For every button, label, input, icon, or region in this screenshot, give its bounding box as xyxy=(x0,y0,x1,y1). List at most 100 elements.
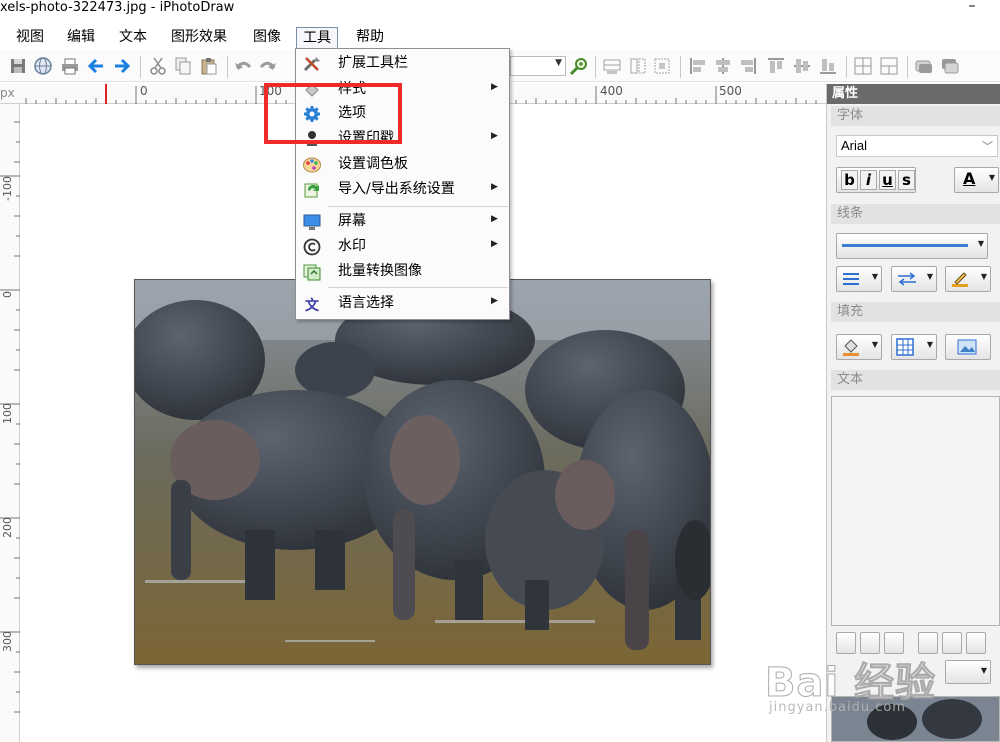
image-thumbnail[interactable] xyxy=(831,696,1000,742)
line-color-button[interactable]: ▼ xyxy=(945,266,991,292)
arrow-icon xyxy=(898,272,916,286)
underline-button[interactable]: u xyxy=(879,170,896,190)
text-align-right-button[interactable] xyxy=(884,632,904,654)
tools-icon xyxy=(303,57,320,72)
menu-item-extended-toolbar[interactable]: 扩展工具栏 xyxy=(297,51,509,77)
fill-image-button[interactable] xyxy=(945,334,991,360)
cut-icon[interactable] xyxy=(148,56,168,76)
ruler-label: 0 xyxy=(1,291,14,298)
menu-text[interactable]: 文本 xyxy=(113,27,153,49)
ruler-unit: px xyxy=(0,86,15,100)
monitor-icon xyxy=(303,214,321,230)
list-style-button[interactable]: ▼ xyxy=(945,660,991,684)
elephant-photo[interactable] xyxy=(134,279,711,665)
bring-front-icon[interactable] xyxy=(914,56,934,76)
copy-icon[interactable] xyxy=(173,56,193,76)
font-color-button[interactable]: A ▼ xyxy=(954,167,999,193)
line-width-button[interactable]: ▼ xyxy=(836,266,882,292)
align-center-icon[interactable] xyxy=(713,56,733,76)
menu-image[interactable]: 图像 xyxy=(247,27,287,49)
snap-icon[interactable] xyxy=(628,56,648,76)
ruler-label: -100 xyxy=(1,176,14,201)
back-arrow-icon[interactable] xyxy=(86,56,106,76)
menu-item-set-palette[interactable]: 设置调色板 xyxy=(297,152,509,178)
italic-button[interactable]: i xyxy=(860,170,877,190)
redo-icon[interactable] xyxy=(258,56,278,76)
chevron-down-icon: ▼ xyxy=(926,272,933,281)
toolbar-separator xyxy=(846,56,847,78)
menu-help[interactable]: 帮助 xyxy=(350,27,390,49)
toolbar-separator xyxy=(907,56,908,78)
ruler-label: 300 xyxy=(1,631,14,652)
zoom-dropdown[interactable]: ▼ xyxy=(510,56,566,76)
font-family-select[interactable]: Arial ﹀ xyxy=(836,135,998,157)
group-icon[interactable] xyxy=(853,56,873,76)
paint-bucket-icon xyxy=(843,339,859,356)
menu-item-label: 屏幕 xyxy=(338,213,366,229)
chevron-down-icon: ▼ xyxy=(977,239,984,248)
menu-item-watermark[interactable]: 水印 ▶ xyxy=(297,234,509,260)
properties-panel: 属性 字体 Arial ﹀ b i u s A ▼ 线条 ▼ ▼ ▼ ▼ 填充 … xyxy=(826,84,1000,742)
language-icon: 文 xyxy=(305,297,320,313)
window-title: xels-photo-322473.jpg - iPhotoDraw xyxy=(0,0,235,15)
chevron-down-icon: ▼ xyxy=(988,173,995,182)
menu-bar: 视图 编辑 文本 图形效果 图像 工具 帮助 xyxy=(0,25,1000,49)
vertical-ruler: -100 0 100 200 300 xyxy=(0,104,20,742)
ruler-label: 100 xyxy=(1,403,14,424)
menu-item-batch-convert[interactable]: 批量转换图像 xyxy=(297,259,509,285)
menu-item-language[interactable]: 文 语言选择 ▶ xyxy=(297,291,509,317)
submenu-arrow-icon: ▶ xyxy=(491,182,498,192)
align-middle-icon[interactable] xyxy=(792,56,812,76)
text-align-center-button[interactable] xyxy=(860,632,880,654)
menu-view[interactable]: 视图 xyxy=(10,27,50,49)
menu-item-import-export[interactable]: 导入/导出系统设置 ▶ xyxy=(297,177,509,203)
line-preview xyxy=(842,244,968,247)
font-color-icon: A xyxy=(963,169,976,188)
text-input-area[interactable] xyxy=(831,396,1000,626)
line-style-dropdown[interactable]: ▼ xyxy=(836,233,988,259)
menu-graphic-effects[interactable]: 图形效果 xyxy=(165,27,233,49)
align-bottom-icon[interactable] xyxy=(818,56,838,76)
chevron-down-icon: ﹀ xyxy=(982,141,993,153)
ruler-label: 200 xyxy=(1,517,14,538)
import-export-icon xyxy=(304,183,319,198)
text-align-left-button[interactable] xyxy=(836,632,856,654)
menu-item-screen[interactable]: 屏幕 ▶ xyxy=(297,209,509,235)
align-left-icon[interactable] xyxy=(688,56,708,76)
send-back-icon[interactable] xyxy=(940,56,960,76)
menu-edit[interactable]: 编辑 xyxy=(61,27,101,49)
save-icon[interactable] xyxy=(8,56,28,76)
text-valign-bottom-button[interactable] xyxy=(966,632,986,654)
text-valign-middle-button[interactable] xyxy=(942,632,962,654)
ungroup-icon[interactable] xyxy=(879,56,899,76)
minimize-button[interactable]: – xyxy=(960,0,984,16)
font-style-group: b i u s xyxy=(836,167,916,193)
print-icon[interactable] xyxy=(60,56,80,76)
menu-item-label: 设置调色板 xyxy=(338,156,408,172)
forward-arrow-icon[interactable] xyxy=(112,56,132,76)
elephant-photo-image xyxy=(135,280,710,664)
text-valign-top-button[interactable] xyxy=(918,632,938,654)
section-font: 字体 xyxy=(831,106,1000,126)
line-arrow-button[interactable]: ▼ xyxy=(891,266,937,292)
globe-icon[interactable] xyxy=(33,56,53,76)
chevron-down-icon: ▼ xyxy=(980,272,987,281)
submenu-arrow-icon: ▶ xyxy=(491,239,498,249)
bold-button[interactable]: b xyxy=(841,170,858,190)
fill-color-button[interactable]: ▼ xyxy=(836,334,882,360)
copyright-icon xyxy=(303,238,321,256)
undo-icon[interactable] xyxy=(233,56,253,76)
menu-tools[interactable]: 工具 xyxy=(296,27,338,49)
guides-icon[interactable] xyxy=(652,56,672,76)
menu-item-label: 导入/导出系统设置 xyxy=(338,181,455,197)
grid-icon[interactable] xyxy=(602,56,622,76)
grid-pattern-icon xyxy=(896,338,914,356)
paste-icon[interactable] xyxy=(199,56,219,76)
menu-separator xyxy=(328,206,508,207)
image-icon xyxy=(957,339,977,355)
align-right-icon[interactable] xyxy=(738,56,758,76)
align-top-icon[interactable] xyxy=(766,56,786,76)
strikethrough-button[interactable]: s xyxy=(898,170,915,190)
zoom-icon[interactable] xyxy=(569,56,589,76)
fill-pattern-button[interactable]: ▼ xyxy=(891,334,937,360)
